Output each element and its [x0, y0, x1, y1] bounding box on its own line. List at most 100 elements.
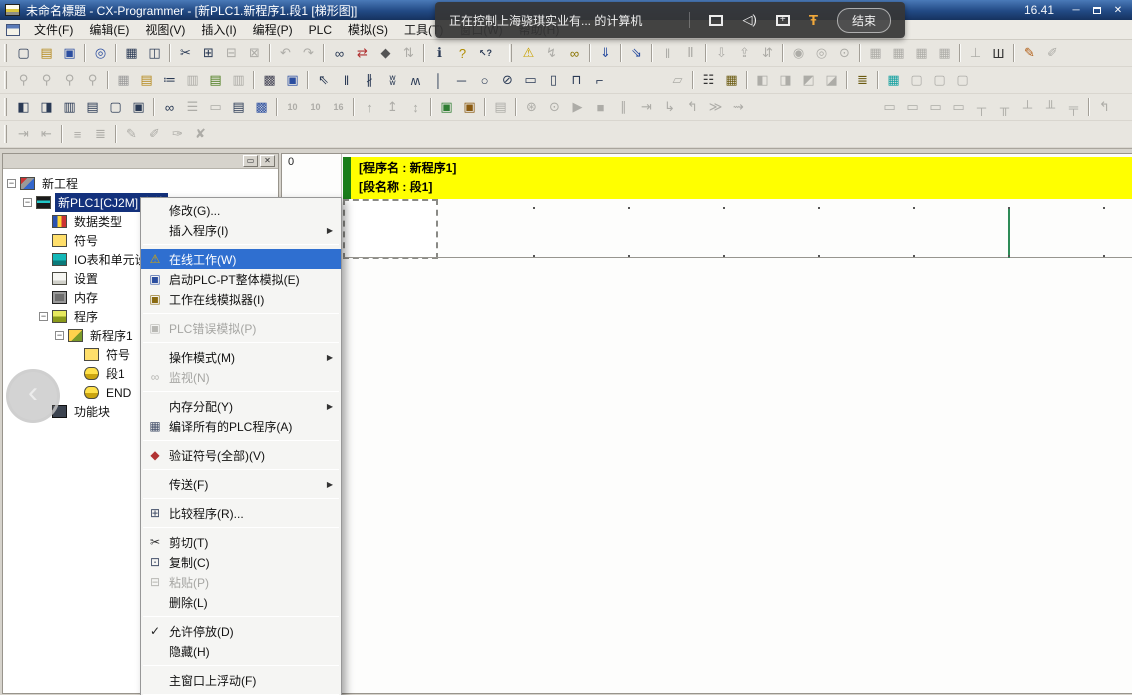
run-mode-1-icon[interactable]: ⊛ — [520, 97, 543, 118]
fb-struct-9-icon[interactable]: ╤ — [1062, 97, 1085, 118]
program-check-icon[interactable]: ▱ — [666, 70, 689, 91]
tile-vertical-icon[interactable]: ▥ — [58, 97, 81, 118]
simulator-pt-icon[interactable]: ▣ — [458, 97, 481, 118]
list-view-1-icon[interactable]: ≡ — [66, 124, 89, 145]
watch-3-icon[interactable]: ▢ — [928, 70, 951, 91]
show-wide-icon[interactable]: ▥ — [227, 70, 250, 91]
run-mode-2-icon[interactable]: ⊙ — [543, 97, 566, 118]
edit-1-icon[interactable]: ◧ — [751, 70, 774, 91]
watch-4-icon[interactable]: ▢ — [951, 70, 974, 91]
menu-item-operating-mode[interactable]: 操作模式(M)▶ — [141, 347, 341, 367]
ladder-display-icon[interactable]: ▤ — [204, 70, 227, 91]
address-reference-icon[interactable]: ☰ — [181, 97, 204, 118]
simulator-settings-icon[interactable]: ▤ — [489, 97, 512, 118]
fullscreen-icon[interactable] — [709, 15, 723, 26]
fb-struct-2-icon[interactable]: ▭ — [901, 97, 924, 118]
decrease-indent-icon[interactable]: ⇤ — [35, 124, 58, 145]
window-properties-icon[interactable]: ▣ — [127, 97, 150, 118]
io-comment-icon[interactable]: ▩ — [250, 97, 273, 118]
transfer-program-icon[interactable]: ⇘ — [625, 43, 648, 64]
fb-struct-8-icon[interactable]: ╨ — [1039, 97, 1062, 118]
online-edit-icon[interactable]: ⊙ — [833, 43, 856, 64]
annotate-icon[interactable]: + — [776, 15, 790, 26]
open-icon[interactable]: ▤ — [35, 43, 58, 64]
print-icon[interactable]: ▦ — [120, 43, 143, 64]
previous-window-icon[interactable]: ▢ — [104, 97, 127, 118]
edit-4-icon[interactable]: ◪ — [820, 70, 843, 91]
retrace-icon[interactable]: ⇅ — [397, 43, 420, 64]
upload-icon[interactable]: ⇪ — [733, 43, 756, 64]
sim-pause-icon[interactable]: ∥ — [612, 97, 635, 118]
menubar-item-programming[interactable]: 编程(P) — [245, 19, 301, 40]
marker-4-icon[interactable]: ✘ — [189, 124, 212, 145]
menubar-item-view[interactable]: 视图(V) — [137, 19, 193, 40]
menu-item-float-in-main-window[interactable]: 主窗口上浮动(F) — [141, 670, 341, 690]
menu-item-verify-symbols-all[interactable]: ◆验证符号(全部)(V) — [141, 445, 341, 465]
tree-expander[interactable]: − — [39, 312, 48, 321]
auto-online-icon[interactable]: ↯ — [540, 43, 563, 64]
new-vertical-icon[interactable]: │ — [427, 70, 450, 91]
tile-horizontal-icon[interactable]: ◨ — [35, 97, 58, 118]
go-to-next-icon[interactable]: ↥ — [381, 97, 404, 118]
compile-all-icon[interactable]: ▦ — [720, 70, 743, 91]
toolbar-grip[interactable] — [4, 44, 7, 62]
pen-tool-icon[interactable]: Ŧ — [809, 12, 818, 29]
new-icon[interactable]: ▢ — [12, 43, 35, 64]
force-status-icon[interactable]: Ш — [987, 43, 1010, 64]
marker-2-icon[interactable]: ✐ — [143, 124, 166, 145]
cascade-icon[interactable]: ◧ — [12, 97, 35, 118]
new-closed-contact-icon[interactable]: ∦ — [358, 70, 381, 91]
sim-step-in-icon[interactable]: ↳ — [658, 97, 681, 118]
search-project-icon[interactable]: ◎ — [89, 43, 112, 64]
set-value-icon[interactable]: ✎ — [1018, 43, 1041, 64]
download-icon[interactable]: ⇩ — [710, 43, 733, 64]
go-to-previous-icon[interactable]: ↑ — [358, 97, 381, 118]
redo-icon[interactable]: ↷ — [297, 43, 320, 64]
cross-reference-icon[interactable]: ∞ — [158, 97, 181, 118]
mnemonic-view-icon[interactable]: ▩ — [258, 70, 281, 91]
new-fb-invocation-icon[interactable]: ⊓ — [565, 70, 588, 91]
end-control-button[interactable]: 结束 — [837, 8, 891, 33]
menu-item-compare-program[interactable]: ⊞比较程序(R)... — [141, 503, 341, 523]
menu-item-compile-all-plc-programs[interactable]: ▦编译所有的PLC程序(A) — [141, 416, 341, 436]
watch-window-1-icon[interactable]: ▦ — [864, 43, 887, 64]
new-or-contact-icon[interactable]: ʬ — [381, 70, 404, 91]
print-preview-icon[interactable]: ◫ — [143, 43, 166, 64]
monitor-icon[interactable]: ◉ — [787, 43, 810, 64]
increase-indent-icon[interactable]: ⇥ — [12, 124, 35, 145]
monitor-search-icon[interactable]: ∞ — [563, 43, 586, 64]
fb-struct-7-icon[interactable]: ┴ — [1016, 97, 1039, 118]
sim-step-icon[interactable]: ⇥ — [635, 97, 658, 118]
zoom-in-icon[interactable]: ⚲ — [12, 70, 35, 91]
compile-icon[interactable]: ☷ — [697, 70, 720, 91]
about-icon[interactable]: ℹ — [428, 43, 451, 64]
rung-list-icon[interactable]: ▤ — [227, 97, 250, 118]
pane-minimize-icon[interactable]: ▭ — [243, 155, 258, 167]
copy-icon[interactable]: ⊞ — [197, 43, 220, 64]
grid-icon[interactable]: ▦ — [112, 70, 135, 91]
menu-item-insert-program[interactable]: 插入程序(I)▶ — [141, 220, 341, 240]
watch-2-icon[interactable]: ▢ — [905, 70, 928, 91]
sim-to-cursor-icon[interactable]: ⇝ — [727, 97, 750, 118]
toolbar-grip[interactable] — [4, 125, 7, 143]
toolbar-grip[interactable] — [4, 71, 7, 89]
menu-item-transfer[interactable]: 传送(F)▶ — [141, 474, 341, 494]
fb-struct-5-icon[interactable]: ┬ — [970, 97, 993, 118]
fb-instance-icon[interactable]: ≣ — [851, 70, 874, 91]
release-value-icon[interactable]: ✐ — [1041, 43, 1064, 64]
io-refresh-icon[interactable]: ‖ — [656, 43, 679, 64]
watch-window-2-icon[interactable]: ▦ — [887, 43, 910, 64]
toolbar-grip[interactable] — [509, 44, 512, 62]
menu-item-start-plc-pt-simulation[interactable]: ▣启动PLC-PT整体模拟(E) — [141, 269, 341, 289]
help-icon[interactable]: ? — [451, 43, 474, 64]
ladder-window-icon[interactable]: ▣ — [281, 70, 304, 91]
menubar-item-simulation[interactable]: 模拟(S) — [340, 19, 396, 40]
toolbar-grip[interactable] — [4, 98, 7, 116]
menu-item-work-online-simulator[interactable]: ▣工作在线模拟器(I) — [141, 289, 341, 309]
compare-with-plc-icon[interactable]: ⇵ — [756, 43, 779, 64]
pause-icon[interactable]: Ⅱ — [679, 43, 702, 64]
signed-decimal-monitor-icon[interactable]: 10 — [304, 97, 327, 118]
fb-struct-6-icon[interactable]: ╥ — [993, 97, 1016, 118]
menu-item-memory-allocation[interactable]: 内存分配(Y)▶ — [141, 396, 341, 416]
undo-icon[interactable]: ↶ — [274, 43, 297, 64]
